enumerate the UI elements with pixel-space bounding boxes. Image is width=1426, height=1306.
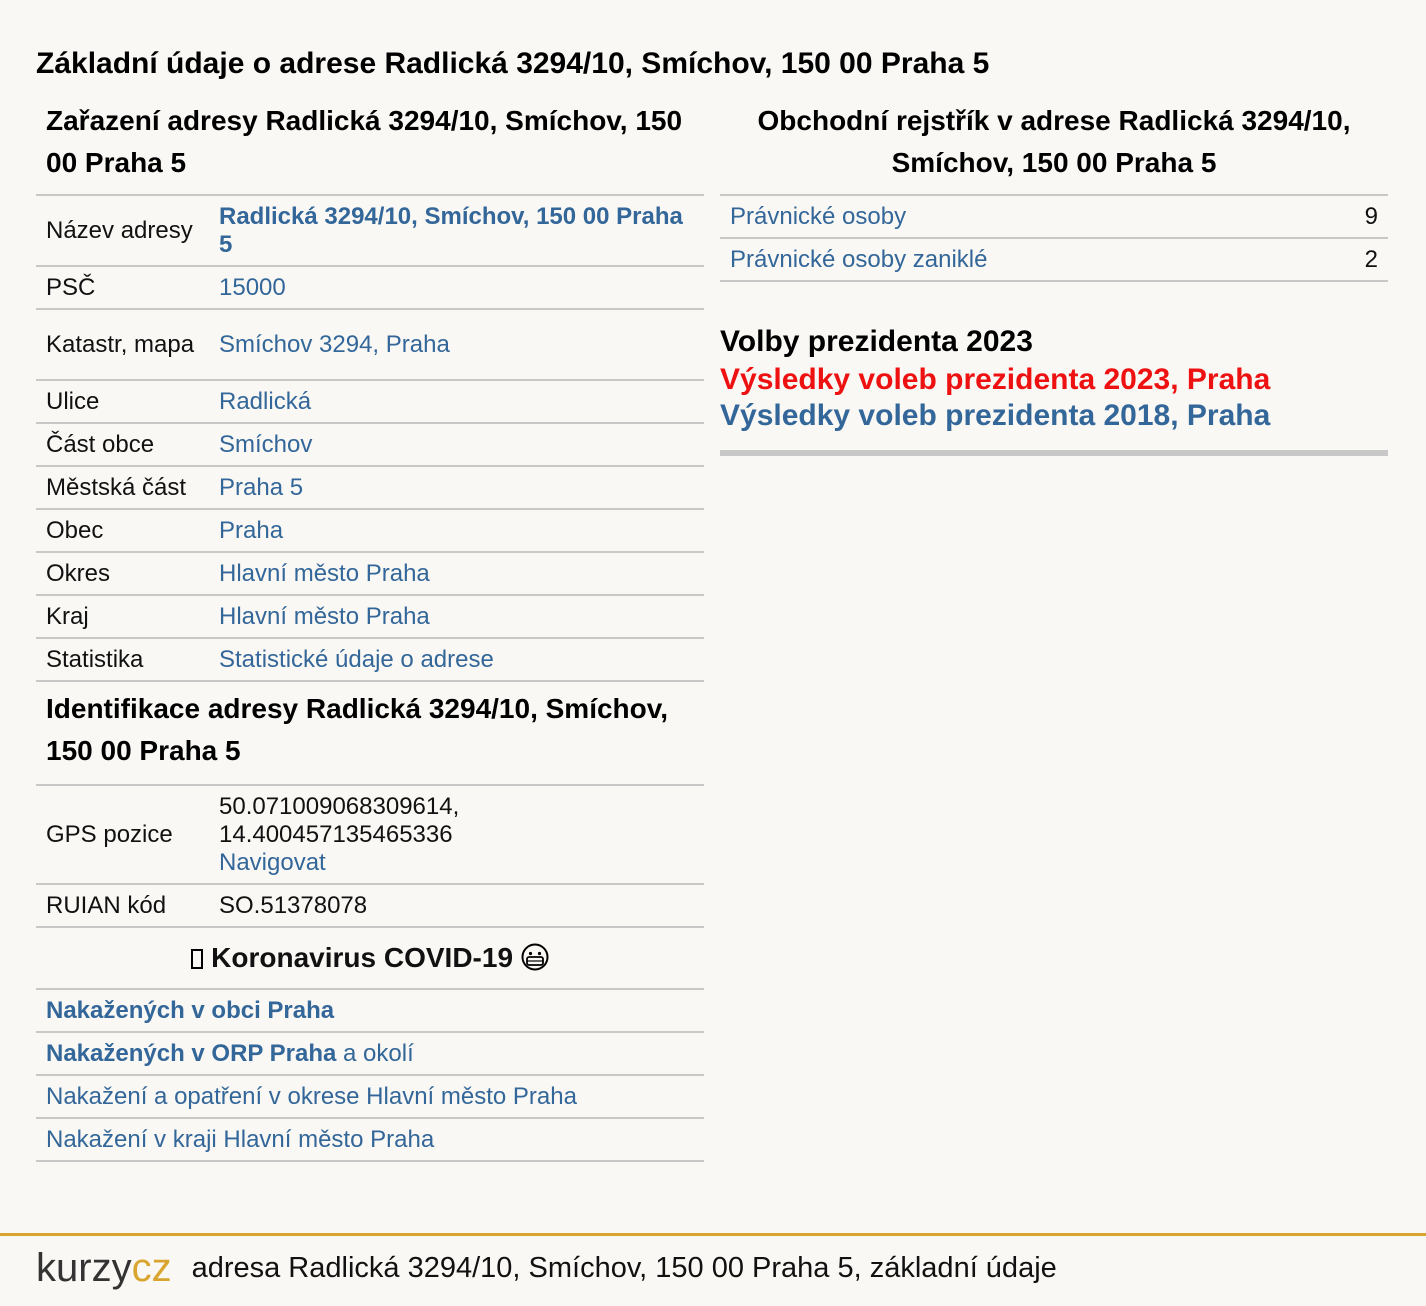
row-label: PSČ: [36, 266, 209, 310]
covid-table: Nakažených v obci Praha Nakažených v ORP…: [36, 990, 704, 1162]
table-row: Okres Hlavní město Praha: [36, 552, 704, 596]
table-row: Kraj Hlavní město Praha: [36, 595, 704, 639]
rejstrik-section-header: Obchodní rejstřík v adrese Radlická 3294…: [720, 100, 1388, 196]
table-row: Katastr, mapa Smíchov 3294, Praha: [36, 309, 704, 381]
divider: [720, 450, 1388, 456]
ruian-label: RUIAN kód: [36, 884, 209, 928]
left-column: Zařazení adresy Radlická 3294/10, Smícho…: [36, 100, 704, 1162]
covid-header: Koronavirus COVID-19: [36, 928, 704, 990]
table-row: Obec Praha: [36, 509, 704, 553]
volby-section: Volby prezidenta 2023 Výsledky voleb pre…: [720, 282, 1388, 456]
table-row: Městská část Praha 5: [36, 466, 704, 510]
volby-2018-link[interactable]: Výsledky voleb prezidenta 2018, Praha: [720, 398, 1388, 434]
table-row: PSČ 15000: [36, 266, 704, 310]
table-row: Nakažení v kraji Hlavní město Praha: [36, 1118, 704, 1162]
covid-heading: Koronavirus COVID-19: [211, 942, 514, 973]
gps-latitude: 50.071009068309614,: [219, 792, 460, 820]
mestska-cast-link[interactable]: Praha 5: [219, 474, 303, 501]
table-row: Právnické osoby 9: [720, 196, 1388, 239]
identifikace-table: GPS pozice 50.071009068309614, 14.400457…: [36, 786, 704, 928]
right-column: Obchodní rejstřík v adrese Radlická 3294…: [720, 100, 1388, 456]
covid-okres-link[interactable]: Nakažení a opatření v okrese Hlavní měst…: [46, 1083, 577, 1110]
row-label: Kraj: [36, 595, 209, 639]
gps-longitude: 14.400457135465336: [219, 820, 453, 848]
row-label: Část obce: [36, 423, 209, 467]
pravnicke-osoby-count: 9: [1316, 196, 1388, 239]
covid-kraj-link[interactable]: Nakažení v kraji Hlavní město Praha: [46, 1126, 434, 1153]
psc-link[interactable]: 15000: [219, 274, 286, 301]
rejstrik-heading: Obchodní rejstřík v adrese Radlická 3294…: [757, 105, 1351, 178]
table-row: Právnické osoby zaniklé 2: [720, 238, 1388, 282]
volby-heading: Volby prezidenta 2023: [720, 325, 1033, 358]
identifikace-heading: Identifikace adresy Radlická 3294/10, Sm…: [46, 693, 669, 766]
ruian-value: SO.51378078: [209, 884, 704, 928]
cast-obce-link[interactable]: Smíchov: [219, 431, 312, 458]
covid-orp-link[interactable]: Nakažených v ORP Praha a okolí: [46, 1040, 414, 1067]
covid-obec-link[interactable]: Nakažených v obci Praha: [46, 997, 334, 1024]
identifikace-section-header: Identifikace adresy Radlická 3294/10, Sm…: [36, 682, 704, 786]
face-mask-icon: [521, 943, 549, 971]
row-label: Katastr, mapa: [36, 309, 209, 381]
row-label: Obec: [36, 509, 209, 553]
table-row: GPS pozice 50.071009068309614, 14.400457…: [36, 786, 704, 885]
table-row: Nakažených v obci Praha: [36, 990, 704, 1033]
volby-2023-link[interactable]: Výsledky voleb prezidenta 2023, Praha: [720, 362, 1388, 398]
row-label: Městská část: [36, 466, 209, 510]
table-row: Statistika Statistické údaje o adrese: [36, 638, 704, 682]
pravnicke-osoby-zanikle-link[interactable]: Právnické osoby zaniklé: [730, 246, 987, 273]
ulice-link[interactable]: Radlická: [219, 388, 311, 415]
table-row: RUIAN kód SO.51378078: [36, 884, 704, 928]
row-label: Okres: [36, 552, 209, 596]
page-title: Základní údaje o adrese Radlická 3294/10…: [36, 47, 990, 80]
footer: kurzycz adresa Radlická 3294/10, Smíchov…: [36, 1246, 1057, 1290]
address-name-link[interactable]: Radlická 3294/10, Smíchov, 150 00 Praha …: [219, 203, 683, 258]
pravnicke-osoby-zanikle-count: 2: [1316, 238, 1388, 282]
footer-divider: [0, 1233, 1426, 1236]
okres-link[interactable]: Hlavní město Praha: [219, 560, 430, 587]
pravnicke-osoby-link[interactable]: Právnické osoby: [730, 203, 906, 230]
navigate-link[interactable]: Navigovat: [219, 849, 326, 876]
missing-glyph-icon: [191, 949, 204, 969]
katastr-link[interactable]: Smíchov 3294, Praha: [219, 331, 450, 358]
obec-link[interactable]: Praha: [219, 517, 283, 544]
row-label: Statistika: [36, 638, 209, 682]
zarazeni-heading: Zařazení adresy Radlická 3294/10, Smícho…: [46, 105, 683, 178]
table-row: Část obce Smíchov: [36, 423, 704, 467]
table-row: Nakažených v ORP Praha a okolí: [36, 1032, 704, 1076]
table-row: Název adresy Radlická 3294/10, Smíchov, …: [36, 196, 704, 267]
kurzy-logo[interactable]: kurzycz: [36, 1248, 172, 1288]
zarazeni-table: Název adresy Radlická 3294/10, Smíchov, …: [36, 196, 704, 682]
zarazeni-section-header: Zařazení adresy Radlická 3294/10, Smícho…: [36, 100, 704, 196]
kraj-link[interactable]: Hlavní město Praha: [219, 603, 430, 630]
row-label: Název adresy: [36, 196, 209, 267]
table-row: Ulice Radlická: [36, 380, 704, 424]
statistika-link[interactable]: Statistické údaje o adrese: [219, 646, 494, 673]
row-label: Ulice: [36, 380, 209, 424]
gps-label: GPS pozice: [36, 786, 209, 885]
rejstrik-table: Právnické osoby 9 Právnické osoby zanikl…: [720, 196, 1388, 282]
table-row: Nakažení a opatření v okrese Hlavní měst…: [36, 1075, 704, 1119]
footer-text: adresa Radlická 3294/10, Smíchov, 150 00…: [191, 1251, 1057, 1284]
